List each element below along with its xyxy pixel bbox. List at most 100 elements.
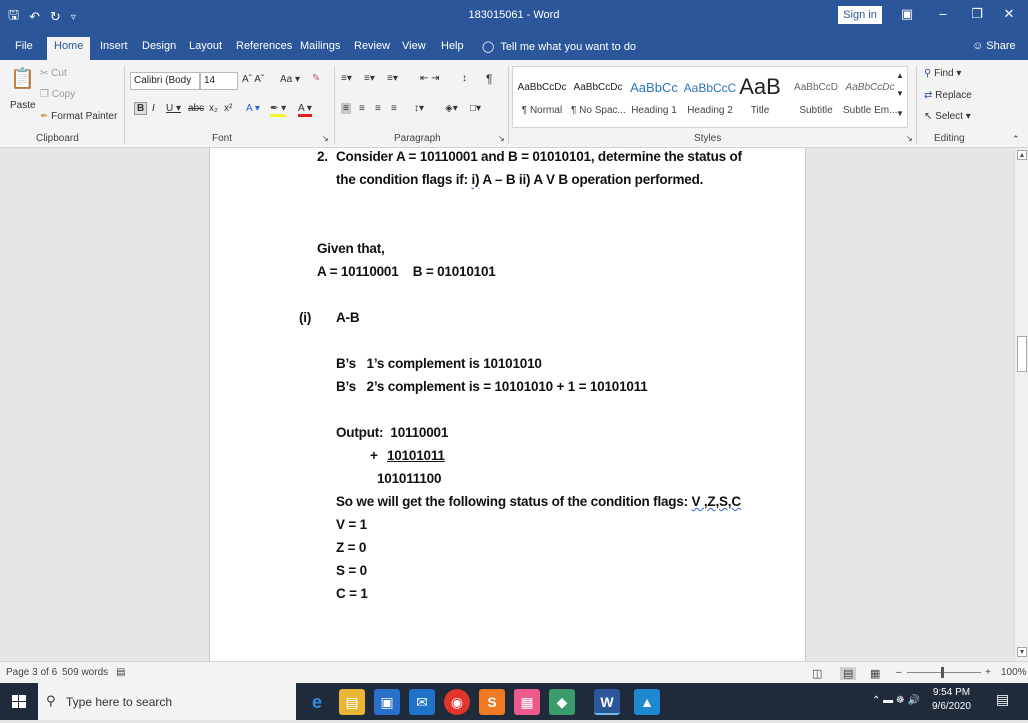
zoom-in-button[interactable]: + [985,667,991,678]
cut-button[interactable]: ✂ Cut [40,68,67,79]
bold-button[interactable]: B [134,102,148,115]
minimize-button[interactable]: – [928,6,958,21]
indent-icons[interactable]: ⇤ ⇥ [420,73,440,84]
font-color-icon[interactable]: A ▾ [298,103,312,117]
change-case-icon[interactable]: Aa ▾ [280,74,300,85]
select-button[interactable]: ↖ Select ▾ [924,111,971,122]
tab-view[interactable]: View [395,37,433,60]
store-icon[interactable]: ▣ [374,689,400,715]
app-icon[interactable]: ▦ [514,689,540,715]
chrome-icon[interactable]: ◉ [444,689,470,715]
tray-icons[interactable]: ⌃ ▬ ☸ 🔊 [872,695,920,706]
sublime-icon[interactable]: S [479,689,505,715]
scroll-up-icon[interactable]: ▲ [1017,150,1027,160]
paste-button[interactable]: Paste [10,100,36,111]
zoom-slider[interactable] [907,672,981,673]
numbering-icon[interactable]: ≡▾ [364,73,375,84]
word-count[interactable]: 509 words [62,667,108,678]
zoom-level[interactable]: 100% [1001,667,1027,678]
pilcrow-icon[interactable]: ¶ [486,72,492,86]
font-family-select[interactable]: Calibri (Body [130,72,200,90]
dialog-launcher-icon[interactable]: ↘ [498,134,505,143]
underline-button[interactable]: U ▾ [166,103,181,114]
vertical-scrollbar[interactable]: ▲ ▼ [1014,148,1028,661]
sort-icon[interactable]: ↕ [462,73,467,84]
print-layout-icon[interactable]: ▤ [840,667,857,680]
style-normal[interactable]: AaBbCcDc ¶ Normal [515,67,569,127]
shading-icon[interactable]: ◈▾ [445,103,458,114]
share-button[interactable]: ☺ Share [972,40,1016,52]
bullets-icon[interactable]: ≡▾ [341,73,352,84]
superscript-button[interactable]: x² [224,103,232,114]
start-button[interactable] [0,683,38,720]
taskbar-search[interactable]: ⚲ Type here to search [38,683,296,720]
tab-references[interactable]: References [229,37,299,60]
sign-in-button[interactable]: Sign in [838,6,882,24]
document-page[interactable]: 2. Consider A = 10110001 and B = 0101010… [209,148,806,661]
styles-scroll-down-icon[interactable]: ▼ [896,89,904,98]
dialog-launcher-icon[interactable]: ↘ [322,134,329,143]
subscript-button[interactable]: x₂ [209,103,218,114]
tab-layout[interactable]: Layout [182,37,229,60]
replace-button[interactable]: ⇄ Replace [924,90,972,101]
word-icon[interactable]: W [594,689,620,715]
read-mode-icon[interactable]: ◫ [812,667,822,680]
tell-me-box[interactable]: ◯ Tell me what you want to do [482,40,636,54]
paste-icon[interactable]: 📋 [10,66,35,91]
style-no-spacing[interactable]: AaBbCcDc ¶ No Spac... [571,67,625,127]
multilevel-list-icon[interactable]: ≡▾ [387,73,398,84]
style-heading-1[interactable]: AaBbCc Heading 1 [627,67,681,127]
clock[interactable]: 9:54 PM 9/6/2020 [932,687,971,712]
borders-icon[interactable]: □▾ [470,103,481,114]
edge-icon[interactable]: e [304,689,330,715]
style-heading-2[interactable]: AaBbCcC Heading 2 [683,67,737,127]
ribbon-display-options-icon[interactable]: ▣ [892,6,922,22]
tab-mailings[interactable]: Mailings [293,37,347,60]
tab-insert[interactable]: Insert [93,37,135,60]
scrollbar-thumb[interactable] [1017,336,1027,372]
scroll-down-icon[interactable]: ▼ [1017,647,1027,657]
title-bar: 🖫 ↶ ↻ ▿ 183015061 - Word Sign in ▣ – ❐ ✕ [0,0,1028,32]
text-effects-icon[interactable]: A ▾ [246,103,260,114]
italic-button[interactable]: I [152,103,155,114]
tab-design[interactable]: Design [135,37,183,60]
editing-group-label: Editing [934,133,965,144]
mail-icon[interactable]: ✉ [409,689,435,715]
proofing-icon[interactable]: ▤ [116,667,125,678]
file-explorer-icon[interactable]: ▤ [339,689,365,715]
align-right-icon[interactable]: ≡ [375,103,381,114]
collapse-ribbon-icon[interactable]: ⌃ [1012,134,1020,145]
tab-home[interactable]: Home [47,37,91,60]
tab-review[interactable]: Review [347,37,397,60]
strikethrough-button[interactable]: abc [188,103,204,114]
flag-z: Z = 0 [336,540,367,555]
styles-more-icon[interactable]: ▼ [896,109,904,118]
find-button[interactable]: ⚲ Find ▾ [924,68,961,79]
git-icon[interactable]: ◆ [549,689,575,715]
copy-button[interactable]: ❐ Copy [40,89,75,100]
align-center-icon[interactable]: ≡ [359,103,365,114]
notifications-icon[interactable]: ▤ [996,691,1009,708]
tab-file[interactable]: File [8,37,40,60]
close-button[interactable]: ✕ [994,6,1024,22]
style-subtle-emphasis[interactable]: AaBbCcDc Subtle Em... [843,67,897,127]
styles-scroll-up-icon[interactable]: ▲ [896,71,904,80]
justify-icon[interactable]: ≡ [391,103,397,114]
font-size-select[interactable]: 14 [200,72,238,90]
highlight-color-icon[interactable]: ✒ ▾ [270,103,287,117]
web-layout-icon[interactable]: ▦ [870,667,880,680]
align-left-icon[interactable]: ≡ [341,103,351,114]
zoom-out-button[interactable]: – [896,667,902,678]
grow-shrink-font-icons[interactable]: Aˆ Aˇ [242,74,264,85]
page-indicator[interactable]: Page 3 of 6 [6,667,57,678]
line-spacing-icon[interactable]: ↕▾ [414,103,424,114]
zoom-slider-thumb[interactable] [941,667,944,678]
style-subtitle[interactable]: AaBbCcD Subtitle [789,67,843,127]
dialog-launcher-icon[interactable]: ↘ [906,134,913,143]
style-title[interactable]: AaB Title [733,67,787,127]
photos-icon[interactable]: ▲ [634,689,660,715]
maximize-button[interactable]: ❐ [962,6,992,22]
format-painter-button[interactable]: ✒ Format Painter [40,111,117,122]
clear-formatting-icon[interactable]: ✎ [312,73,320,84]
tab-help[interactable]: Help [434,37,471,60]
